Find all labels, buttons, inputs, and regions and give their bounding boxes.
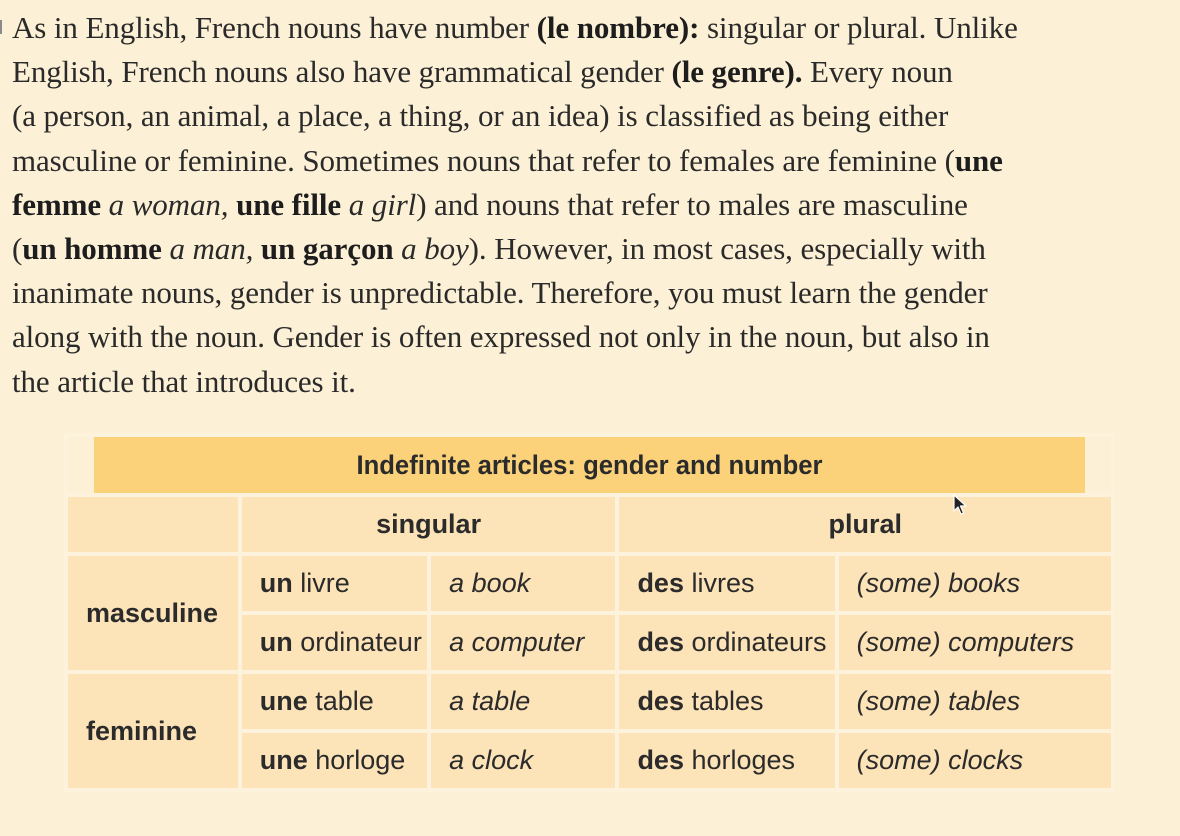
table-corner-cell bbox=[64, 493, 242, 556]
article: des bbox=[637, 686, 684, 716]
paragraph-line: along with the noun. Gender is often exp… bbox=[12, 315, 1172, 359]
paragraph-line: (a person, an animal, a place, a thing, … bbox=[12, 94, 1172, 138]
singular-french: une horloge bbox=[237, 729, 432, 792]
gender-label-feminine: feminine bbox=[64, 670, 242, 792]
paragraph-text: (a person, an animal, a place, a thing, … bbox=[12, 98, 949, 134]
header-plural: plural bbox=[615, 493, 1115, 556]
paragraph-line: As in English, French nouns have number … bbox=[12, 6, 1172, 50]
bold-term: (le nombre): bbox=[536, 10, 700, 45]
article: des bbox=[637, 568, 684, 598]
singular-english: a clock bbox=[427, 729, 620, 792]
plural-french: des ordinateurs bbox=[615, 611, 839, 674]
bold-term: une fille bbox=[236, 186, 342, 222]
singular-english: a table bbox=[427, 670, 620, 733]
paragraph-text: ( bbox=[12, 231, 23, 267]
noun: livres bbox=[683, 568, 755, 598]
paragraph-line: the article that introduces it. bbox=[12, 360, 1172, 404]
noun: horloge bbox=[307, 745, 406, 775]
italic-gloss: a boy bbox=[393, 231, 469, 267]
noun: livre bbox=[292, 568, 350, 598]
paragraph-text: singular or plural. Unlike bbox=[699, 10, 1018, 45]
plural-english: (some) computers bbox=[834, 611, 1116, 674]
table-row: masculine un livre a book des livres (so… bbox=[64, 552, 1116, 674]
table-title-row: Indefinite articles: gender and number bbox=[66, 433, 1113, 497]
singular-english: a computer bbox=[427, 611, 620, 674]
paragraph-text: inanimate nouns, gender is unpredictable… bbox=[12, 275, 988, 311]
paragraph-text: the article that introduces it. bbox=[12, 363, 356, 399]
italic-gloss: a man, bbox=[161, 231, 254, 267]
plural-french: des horloges bbox=[615, 729, 839, 792]
italic-gloss: a girl bbox=[341, 186, 417, 222]
bold-term: un homme bbox=[22, 231, 162, 267]
noun: ordinateur bbox=[292, 627, 422, 657]
noun: ordinateurs bbox=[683, 627, 827, 657]
paragraph-line: masculine or feminine. Sometimes nouns t… bbox=[12, 139, 1172, 183]
header-singular: singular bbox=[237, 493, 620, 556]
singular-english: a book bbox=[427, 552, 620, 615]
noun: tables bbox=[683, 686, 764, 716]
paragraph-line: femme a woman, une fille a girl) and nou… bbox=[12, 183, 1172, 227]
noun: table bbox=[307, 686, 374, 716]
bold-term: un garçon bbox=[260, 231, 394, 267]
paragraph-line: inanimate nouns, gender is unpredictable… bbox=[12, 271, 1172, 315]
singular-french: un ordinateur bbox=[237, 611, 432, 674]
plural-french: des tables bbox=[615, 670, 839, 733]
page-edge-mark bbox=[0, 20, 2, 34]
mouse-pointer-icon bbox=[953, 494, 967, 515]
paragraph-text: ) and nouns that refer to males are masc… bbox=[416, 186, 968, 222]
italic-gloss: a woman, bbox=[101, 186, 229, 222]
plural-english: (some) clocks bbox=[834, 729, 1116, 792]
bold-term: (le genre). bbox=[671, 54, 803, 90]
table-title: Indefinite articles: gender and number bbox=[90, 433, 1089, 497]
paragraph-text: ). However, in most cases, especially wi… bbox=[468, 231, 986, 267]
singular-french: un livre bbox=[237, 552, 432, 615]
noun: horloges bbox=[683, 745, 796, 775]
bold-term: femme bbox=[12, 186, 101, 222]
article: un bbox=[259, 568, 293, 598]
paragraph-text: Every noun bbox=[802, 54, 953, 90]
plural-french: des livres bbox=[615, 552, 839, 615]
article: une bbox=[259, 745, 308, 775]
singular-french: une table bbox=[237, 670, 432, 733]
paragraph-text: As in English, French nouns have number bbox=[12, 10, 537, 45]
paragraph-text: English, French nouns also have grammati… bbox=[12, 54, 672, 90]
body-paragraph: As in English, French nouns have number … bbox=[12, 6, 1172, 404]
paragraph-text bbox=[253, 231, 261, 266]
paragraph-line: English, French nouns also have grammati… bbox=[12, 50, 1172, 94]
article: des bbox=[637, 745, 684, 775]
article: des bbox=[637, 627, 684, 657]
bold-term: une bbox=[954, 142, 1003, 178]
table-row: feminine une table a table des tables (s… bbox=[64, 670, 1116, 792]
paragraph-text: masculine or feminine. Sometimes nouns t… bbox=[12, 142, 955, 178]
article: une bbox=[259, 686, 308, 716]
article: un bbox=[259, 627, 293, 657]
paragraph-text bbox=[228, 187, 236, 222]
plural-english: (some) books bbox=[834, 552, 1116, 615]
gender-label-masculine: masculine bbox=[64, 552, 242, 674]
paragraph-line: (un homme a man, un garçon a boy). Howev… bbox=[12, 227, 1172, 271]
paragraph-text: along with the noun. Gender is often exp… bbox=[12, 319, 990, 355]
indefinite-articles-table: Indefinite articles: gender and number s… bbox=[64, 433, 1116, 792]
plural-english: (some) tables bbox=[834, 670, 1116, 733]
